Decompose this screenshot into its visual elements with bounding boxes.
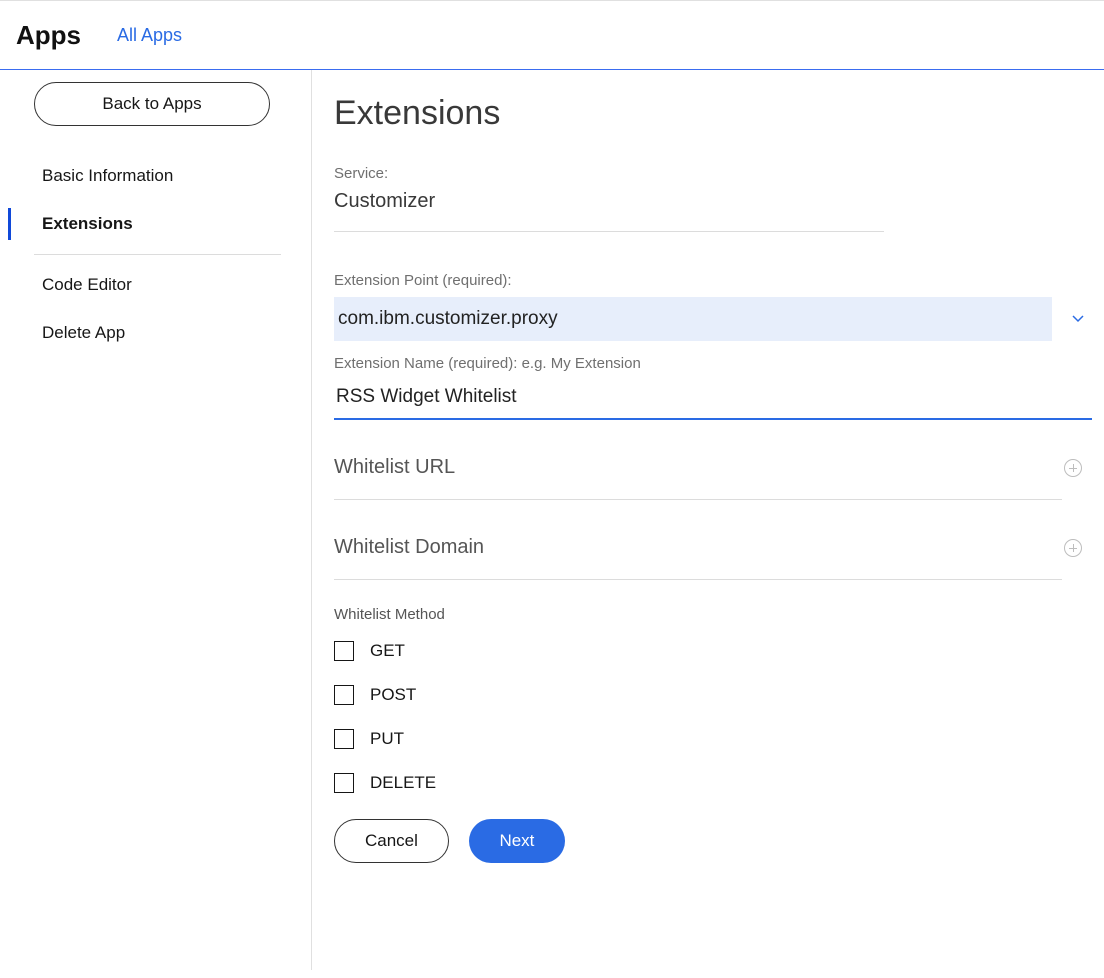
checkbox-icon [334,685,354,705]
sidebar-divider [34,254,281,255]
caret-down-icon[interactable] [1072,315,1084,323]
extension-name-input[interactable] [334,380,1092,420]
sidebar-item-label: Basic Information [42,166,173,185]
extension-point-select[interactable]: com.ibm.customizer.proxy [334,297,1052,341]
service-field: Service: Customizer [334,165,1092,232]
sidebar-item-label: Extensions [42,214,133,233]
method-checkbox-get[interactable]: GET [334,641,1092,661]
sidebar-item-label: Delete App [42,323,125,342]
whitelist-url-section: Whitelist URL [334,434,1062,500]
service-label: Service: [334,165,1092,182]
all-apps-link[interactable]: All Apps [117,25,182,46]
method-checkbox-delete[interactable]: DELETE [334,773,1092,793]
extension-point-label: Extension Point (required): [334,272,1092,289]
sidebar: Back to Apps Basic Information Extension… [0,70,312,970]
extension-name-label: Extension Name (required): e.g. My Exten… [334,355,1092,372]
whitelist-domain-label: Whitelist Domain [334,536,484,559]
whitelist-method-section: Whitelist Method GET POST PUT DELETE [334,606,1092,793]
plus-circle-icon[interactable] [1064,539,1082,557]
whitelist-url-label: Whitelist URL [334,456,455,479]
extension-name-field: Extension Name (required): e.g. My Exten… [334,355,1092,420]
content: Back to Apps Basic Information Extension… [0,70,1104,970]
sidebar-item-extensions[interactable]: Extensions [34,200,281,248]
sidebar-item-code-editor[interactable]: Code Editor [34,261,281,309]
next-button[interactable]: Next [469,819,565,863]
back-to-apps-button[interactable]: Back to Apps [34,82,270,126]
method-label: PUT [370,729,404,749]
method-label: DELETE [370,773,436,793]
sidebar-item-basic-information[interactable]: Basic Information [34,152,281,200]
extension-point-select-row: com.ibm.customizer.proxy [334,297,1092,341]
checkbox-icon [334,729,354,749]
whitelist-method-label: Whitelist Method [334,606,1092,623]
cancel-button[interactable]: Cancel [334,819,449,863]
plus-circle-icon[interactable] [1064,459,1082,477]
sidebar-item-label: Code Editor [42,275,132,294]
service-value: Customizer [334,190,884,232]
checkbox-icon [334,773,354,793]
main-panel: Extensions Service: Customizer Extension… [312,70,1104,970]
method-checkbox-post[interactable]: POST [334,685,1092,705]
page-title: Extensions [334,94,1092,133]
button-row: Cancel Next [334,819,1092,863]
whitelist-domain-section: Whitelist Domain [334,514,1062,580]
topbar: Apps All Apps [0,0,1104,70]
method-label: POST [370,685,416,705]
extension-point-field: Extension Point (required): com.ibm.cust… [334,272,1092,341]
topbar-title: Apps [16,20,81,51]
method-label: GET [370,641,405,661]
extension-point-value: com.ibm.customizer.proxy [338,308,558,330]
checkbox-icon [334,641,354,661]
method-checkbox-put[interactable]: PUT [334,729,1092,749]
sidebar-item-delete-app[interactable]: Delete App [34,309,281,357]
